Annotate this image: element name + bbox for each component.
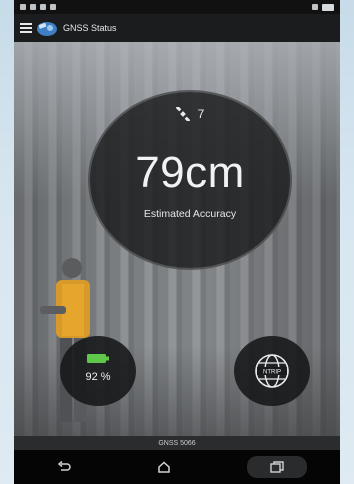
app-bar: GNSS Status xyxy=(14,14,340,42)
home-icon xyxy=(158,461,170,473)
satellite-count: 7 xyxy=(197,107,205,121)
ntrip-button[interactable]: NTRIP xyxy=(234,336,310,406)
back-icon xyxy=(57,461,71,471)
battery-icon xyxy=(87,354,109,363)
recent-apps-icon xyxy=(270,461,284,473)
back-button[interactable] xyxy=(47,456,81,478)
hamburger-menu-icon[interactable] xyxy=(20,23,32,33)
notification-icon xyxy=(30,4,36,10)
recent-apps-button[interactable] xyxy=(247,456,307,478)
battery-percent: 92 % xyxy=(85,371,111,383)
accuracy-value: 79cm xyxy=(135,148,245,197)
navigation-bar xyxy=(14,450,340,484)
accuracy-label: Estimated Accuracy xyxy=(143,208,237,220)
globe-ntrip-icon: NTRIP xyxy=(255,354,289,388)
signal-icon xyxy=(312,4,318,10)
home-button[interactable] xyxy=(147,456,181,478)
notification-icon xyxy=(20,4,26,10)
status-bar xyxy=(14,0,340,14)
app-title: GNSS Status xyxy=(63,23,117,33)
satellite-icon xyxy=(175,107,190,121)
battery-button[interactable]: 92 % xyxy=(60,336,136,406)
notification-icon xyxy=(50,4,56,10)
device-screen: GNSS Status 7 79cm Estimated Accuracy 92… xyxy=(14,0,340,484)
device-bar: GNSS 5066 xyxy=(14,436,340,450)
gnss-satellite-logo-icon xyxy=(37,22,57,36)
device-name: GNSS 5066 xyxy=(158,439,196,447)
ntrip-label: NTRIP xyxy=(263,370,281,376)
status-battery-icon xyxy=(322,3,334,11)
notification-icon xyxy=(40,4,46,10)
accuracy-panel: 7 79cm Estimated Accuracy xyxy=(90,92,290,268)
